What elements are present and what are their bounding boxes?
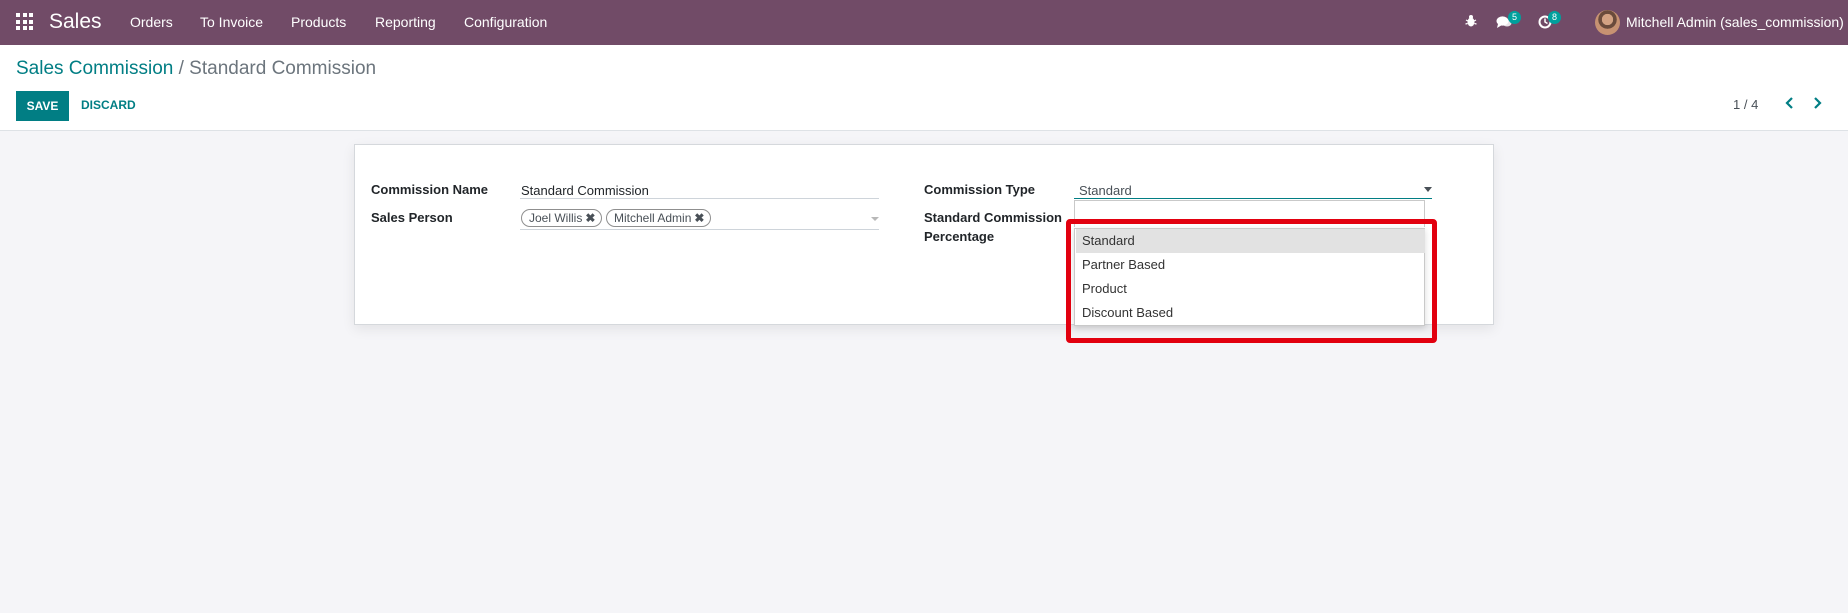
commission-name-label: Commission Name bbox=[371, 182, 489, 197]
standard-percentage-label-line1: Standard Commission bbox=[924, 210, 1062, 225]
commission-type-select[interactable]: Standard bbox=[1079, 183, 1132, 198]
tag-label: Mitchell Admin bbox=[614, 211, 692, 225]
messages-count-badge: 5 bbox=[1508, 11, 1521, 24]
commission-type-label: Commission Type bbox=[924, 182, 1036, 197]
tag-label: Joel Willis bbox=[529, 211, 583, 225]
discard-button[interactable]: DISCARD bbox=[81, 98, 136, 112]
sales-person-caret-icon[interactable] bbox=[871, 217, 879, 221]
breadcrumb: Sales Commission / Standard Commission bbox=[16, 58, 376, 80]
control-panel: Sales Commission / Standard Commission S… bbox=[0, 45, 1848, 131]
apps-grid-icon[interactable] bbox=[16, 13, 33, 30]
pager-previous-icon[interactable] bbox=[1782, 94, 1798, 112]
commission-type-caret-icon[interactable] bbox=[1424, 187, 1432, 192]
breadcrumb-parent[interactable]: Sales Commission bbox=[16, 58, 173, 79]
user-menu[interactable]: Mitchell Admin (sales_commission) bbox=[1626, 14, 1844, 30]
commission-name-underline bbox=[520, 198, 879, 199]
pager-next-icon[interactable] bbox=[1809, 94, 1825, 112]
activities-count-badge: 8 bbox=[1548, 11, 1561, 24]
sales-person-label: Sales Person bbox=[371, 210, 453, 225]
top-navbar: Sales Orders To Invoice Products Reporti… bbox=[0, 0, 1848, 45]
remove-tag-icon[interactable]: ✖ bbox=[694, 211, 704, 225]
menu-orders[interactable]: Orders bbox=[130, 14, 173, 30]
pager-value[interactable]: 1 / 4 bbox=[1733, 97, 1758, 112]
highlight-annotation-box bbox=[1066, 219, 1437, 343]
sales-person-tag: Joel Willis ✖ bbox=[521, 209, 603, 227]
commission-type-underline bbox=[1074, 198, 1432, 199]
remove-tag-icon[interactable]: ✖ bbox=[585, 211, 595, 225]
menu-to-invoice[interactable]: To Invoice bbox=[200, 14, 263, 30]
breadcrumb-separator: / bbox=[178, 58, 184, 79]
menu-reporting[interactable]: Reporting bbox=[375, 14, 436, 30]
commission-name-input[interactable]: Standard Commission bbox=[521, 183, 649, 198]
sales-person-tag: Mitchell Admin ✖ bbox=[606, 209, 712, 227]
breadcrumb-current: Standard Commission bbox=[189, 58, 377, 79]
menu-products[interactable]: Products bbox=[291, 14, 346, 30]
bug-icon[interactable] bbox=[1465, 14, 1477, 32]
save-button[interactable]: SAVE bbox=[16, 91, 69, 121]
standard-percentage-label-line2: Percentage bbox=[924, 229, 995, 244]
menu-configuration[interactable]: Configuration bbox=[464, 14, 547, 30]
app-name[interactable]: Sales bbox=[49, 10, 102, 34]
user-avatar[interactable] bbox=[1595, 10, 1620, 35]
sales-person-underline[interactable] bbox=[520, 229, 879, 230]
